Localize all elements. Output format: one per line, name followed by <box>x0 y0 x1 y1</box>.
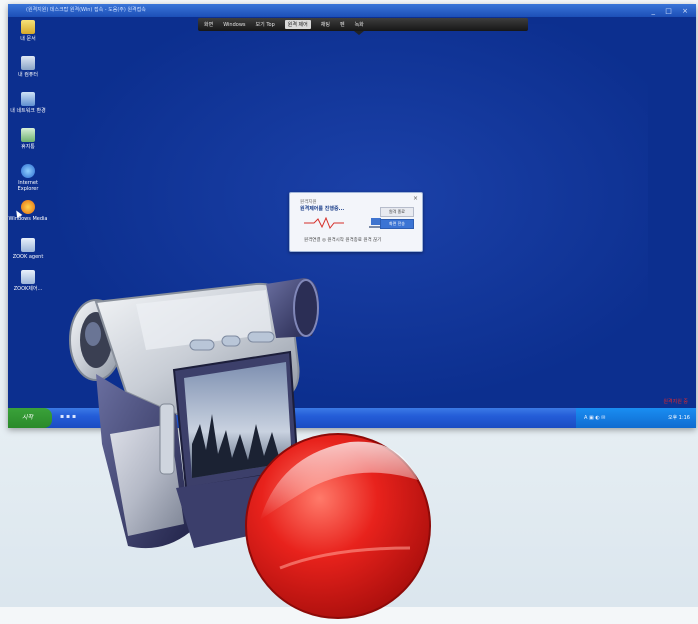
desktop-icon-my-computer[interactable]: 내 컴퓨터 <box>8 56 48 78</box>
end-remote-button[interactable]: 원격 종료 <box>380 207 414 217</box>
toolbar-windows[interactable]: Windows <box>223 22 245 28</box>
system-tray[interactable]: A ▣ ◐ ✉ 오후 1:16 <box>576 408 696 428</box>
app-icon <box>21 238 35 252</box>
toolbar-remote-control[interactable]: 원격 제어 <box>284 20 311 29</box>
toolbar-view[interactable]: 보기 Top <box>256 21 275 28</box>
network-icon <box>21 92 35 106</box>
close-button[interactable]: × <box>682 7 692 15</box>
maximize-button[interactable]: □ <box>665 7 676 15</box>
remote-session-dialog: 원격지원 원격제어를 진행중... × 원격 종료 화면 전송 원격연결 ◎ 원… <box>289 192 423 252</box>
window-title: (원격지원) 데스크탑 원격(Win) 접속 - 도움(주) 원격접속 <box>26 7 146 13</box>
toolbar-collapse-icon[interactable] <box>354 31 364 35</box>
toolbar-chat[interactable]: 채팅 <box>321 21 330 28</box>
toolbar-record[interactable]: 녹화 <box>355 21 364 28</box>
minimize-button[interactable]: _ <box>652 7 660 15</box>
desktop-icon-ie[interactable]: Internet Explorer <box>8 164 48 192</box>
signal-wave-icon <box>304 217 344 229</box>
desktop-icon-zook-agent[interactable]: ZOOK agent <box>8 238 48 260</box>
toolbar-screen[interactable]: 화면 <box>204 21 213 28</box>
dialog-title: 원격제어를 진행중... <box>300 206 345 212</box>
window-titlebar[interactable]: (원격지원) 데스크탑 원격(Win) 접속 - 도움(주) 원격접속 _ □ … <box>8 4 696 17</box>
trash-icon <box>21 128 35 142</box>
ie-icon <box>21 164 35 178</box>
desktop-icon-zook-control[interactable]: ZOOK제어... <box>8 270 48 292</box>
desktop-icon-recycle-bin[interactable]: 휴지통 <box>8 128 48 150</box>
app-icon <box>21 270 35 284</box>
media-icon <box>21 200 35 214</box>
tray-clock: 오후 1:16 <box>667 415 690 421</box>
remote-toolbar: 화면 Windows 보기 Top 원격 제어 채팅 펜 녹화 <box>198 18 528 35</box>
desktop-icon-my-documents[interactable]: 내 문서 <box>8 20 48 42</box>
record-button-icon <box>245 433 431 619</box>
window-controls[interactable]: _ □ × <box>652 5 692 18</box>
computer-icon <box>21 56 35 70</box>
dialog-footer: 원격연결 ◎ 원격시작 원격종료 원격 끊기 <box>304 238 382 243</box>
recording-indicator: 원격지원 중 <box>663 399 688 405</box>
send-screen-button[interactable]: 화면 전송 <box>380 219 414 229</box>
dialog-close-icon[interactable]: × <box>413 195 418 202</box>
folder-icon <box>21 20 35 34</box>
tray-icons[interactable]: A ▣ ◐ ✉ <box>584 408 605 428</box>
desktop-icon-network[interactable]: 내 네트워크 환경 <box>8 92 48 114</box>
toolbar-pen[interactable]: 펜 <box>340 21 345 28</box>
start-button[interactable]: 시작 <box>8 408 52 428</box>
